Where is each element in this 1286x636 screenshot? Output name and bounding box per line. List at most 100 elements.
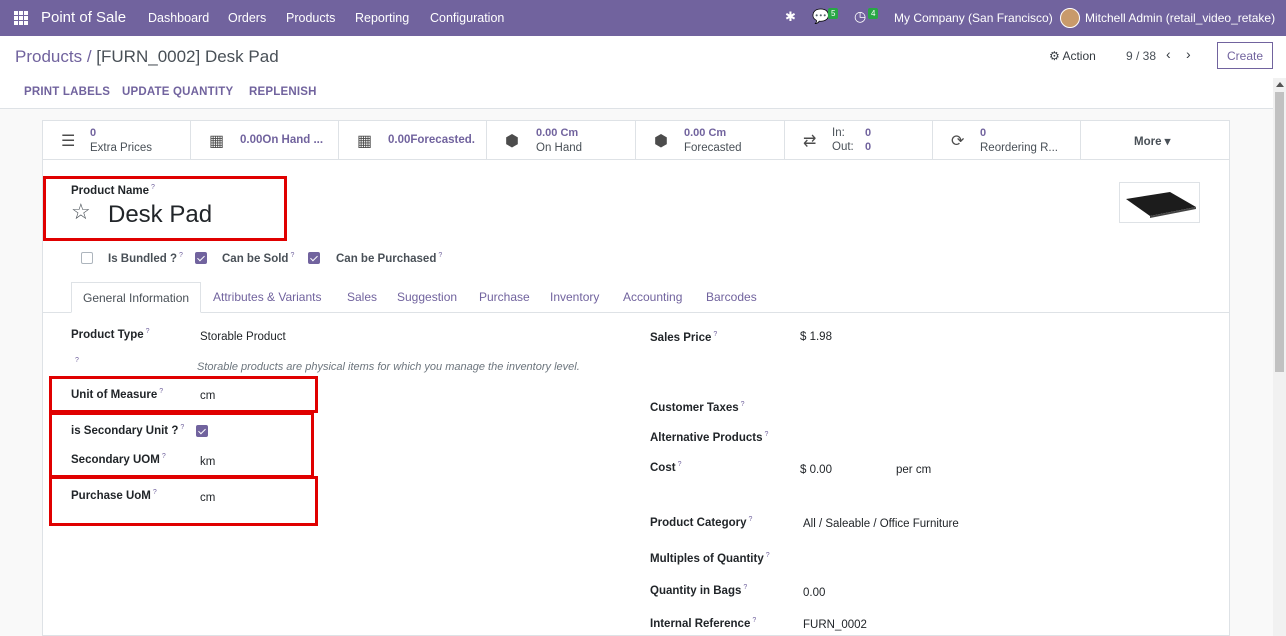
stat-out-value: 0 [865, 141, 872, 153]
highlight-box-unit-of-measure [49, 376, 318, 413]
boxes-icon: ⬢ [505, 133, 519, 150]
breadcrumb: Products / [FURN_0002] Desk Pad [15, 47, 279, 67]
desk-pad-thumbnail [1126, 192, 1196, 218]
refresh-icon: ⟳ [951, 133, 965, 150]
user-avatar[interactable] [1060, 8, 1080, 28]
app-title[interactable]: Point of Sale [41, 9, 126, 26]
quantity-in-bags-label: Quantity in Bags? [650, 584, 748, 597]
print-labels-button[interactable]: PRINT LABELS [24, 86, 110, 98]
multiples-of-quantity-label: Multiples of Quantity? [650, 552, 770, 565]
stat-extra-prices[interactable]: ☰ 0 Extra Prices [43, 121, 191, 159]
company-switcher[interactable]: My Company (San Francisco) [894, 11, 1053, 25]
stat-text: 0.00On Hand ... [240, 134, 324, 146]
stat-label: On Hand [536, 142, 583, 154]
page-scrollbar[interactable] [1273, 78, 1286, 636]
update-quantity-button[interactable]: UPDATE QUANTITY [122, 86, 233, 98]
stat-value: 0 [90, 127, 97, 139]
highlight-box-secondary-unit [49, 412, 314, 478]
menu-configuration[interactable]: Configuration [430, 11, 504, 25]
list-icon: ☰ [61, 133, 76, 150]
cubes-icon: ▦ [209, 133, 225, 150]
highlight-box-product-name [43, 176, 287, 241]
product-type-label: Product Type? [71, 328, 150, 341]
messages-icon[interactable]: 💬 [812, 8, 829, 25]
internal-reference-field[interactable]: FURN_0002 [803, 619, 867, 631]
stat-in-out[interactable]: ⇄ In: 0 Out: 0 [785, 121, 933, 159]
tab-suggestion[interactable]: Suggestion [397, 290, 457, 304]
activity-clock-icon[interactable]: ◷ [854, 8, 866, 25]
user-menu[interactable]: Mitchell Admin (retail_video_retake) [1085, 11, 1275, 25]
debug-bug-icon[interactable]: ✱ [785, 9, 796, 25]
tab-attributes-variants[interactable]: Attributes & Variants [213, 290, 322, 304]
stat-text: 0.00Forecasted. [388, 134, 475, 146]
can-be-purchased-label: Can be Purchased? [336, 252, 443, 265]
product-type-field[interactable]: Storable Product [200, 331, 286, 343]
stat-value: 0.00 Cm [536, 127, 579, 139]
quantity-in-bags-field[interactable]: 0.00 [803, 587, 825, 599]
product-category-label: Product Category? [650, 516, 753, 529]
can-be-sold-label: Can be Sold? [222, 252, 295, 265]
tab-accounting[interactable]: Accounting [623, 290, 682, 304]
boxes-icon: ⬢ [654, 133, 668, 150]
scroll-up-arrow-icon[interactable] [1276, 82, 1284, 87]
action-label: Action [1062, 49, 1096, 63]
stat-label: Extra Prices [90, 142, 152, 154]
control-panel: Products / [FURN_0002] Desk Pad ⚙ Action… [0, 36, 1286, 109]
smart-buttons: ☰ 0 Extra Prices ▦ 0.00On Hand ... ▦ 0.0… [43, 121, 1229, 160]
product-category-field[interactable]: All / Saleable / Office Furniture [803, 518, 959, 530]
action-menu-button[interactable]: ⚙ Action [1049, 49, 1096, 63]
replenish-button[interactable]: REPLENISH [249, 86, 317, 98]
stat-on-hand-cm[interactable]: ⬢ 0.00 Cm On Hand [487, 121, 636, 159]
more-dropdown[interactable]: More ▾ [1081, 121, 1229, 159]
more-label: More ▾ [1134, 136, 1171, 148]
activity-count-badge: 4 [868, 8, 879, 19]
pager-next-icon[interactable]: › [1186, 46, 1191, 62]
sales-price-label: Sales Price? [650, 331, 718, 344]
stat-on-hand[interactable]: ▦ 0.00On Hand ... [191, 121, 339, 159]
is-bundled-label: Is Bundled ?? [108, 252, 183, 265]
form-tabs: General Information Attributes & Variant… [43, 282, 1229, 313]
is-bundled-checkbox[interactable] [81, 252, 93, 264]
cost-unit: per cm [896, 464, 932, 476]
can-be-purchased-checkbox[interactable] [308, 252, 320, 264]
sales-price-field[interactable]: $ 1.98 [800, 331, 832, 343]
scrollbar-thumb[interactable] [1275, 92, 1284, 372]
stat-reordering[interactable]: ⟳ 0 Reordering R... [933, 121, 1081, 159]
tab-sales[interactable]: Sales [347, 290, 377, 304]
stat-forecasted-cm[interactable]: ⬢ 0.00 Cm Forecasted [636, 121, 785, 159]
internal-reference-label: Internal Reference? [650, 617, 757, 630]
stat-out-label: Out: [832, 141, 854, 153]
highlight-box-purchase-uom [49, 476, 318, 526]
menu-orders[interactable]: Orders [228, 11, 266, 25]
stat-label: Forecasted [684, 142, 742, 154]
pager-value[interactable]: 9 / 38 [1126, 49, 1156, 63]
top-navbar: Point of Sale Dashboard Orders Products … [0, 0, 1286, 36]
menu-reporting[interactable]: Reporting [355, 11, 409, 25]
cost-field[interactable]: $ 0.00 [800, 464, 832, 476]
messages-count-badge: 5 [828, 8, 839, 19]
tab-purchase[interactable]: Purchase [479, 290, 530, 304]
product-type-note: Storable products are physical items for… [197, 361, 580, 373]
breadcrumb-products-link[interactable]: Products [15, 47, 82, 66]
menu-dashboard[interactable]: Dashboard [148, 11, 209, 25]
product-image[interactable] [1119, 182, 1200, 223]
apps-menu-icon[interactable] [14, 11, 28, 25]
stat-in-label: In: [832, 127, 845, 139]
gear-icon: ⚙ [1049, 49, 1063, 63]
stat-label: Reordering R... [980, 142, 1058, 154]
tab-general-information[interactable]: General Information [71, 282, 202, 313]
menu-products[interactable]: Products [286, 11, 335, 25]
exchange-icon: ⇄ [803, 133, 817, 150]
cost-label: Cost? [650, 461, 682, 474]
pager-previous-icon[interactable]: ‹ [1166, 46, 1171, 62]
create-button[interactable]: Create [1217, 42, 1273, 69]
stat-value: 0.00 Cm [684, 127, 727, 139]
breadcrumb-current: [FURN_0002] Desk Pad [96, 47, 279, 66]
tab-barcodes[interactable]: Barcodes [706, 290, 757, 304]
stat-value: 0 [980, 127, 987, 139]
help-mark: ? [75, 357, 79, 364]
stat-forecasted[interactable]: ▦ 0.00Forecasted. [339, 121, 487, 159]
stat-in-value: 0 [865, 127, 872, 139]
can-be-sold-checkbox[interactable] [195, 252, 207, 264]
tab-inventory[interactable]: Inventory [550, 290, 599, 304]
